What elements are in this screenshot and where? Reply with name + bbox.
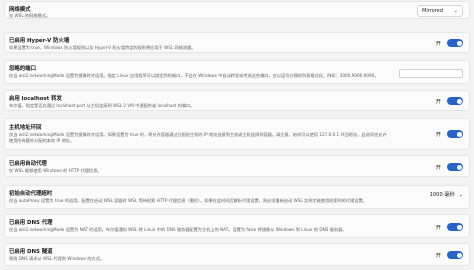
dns-proxy-toggle[interactable]	[447, 223, 463, 231]
toggle-state-label: 开	[435, 252, 441, 259]
chevron-down-icon: ⌄	[453, 8, 458, 14]
setting-title: 已启用 Hyper-V 防火墙	[9, 38, 70, 44]
timeout-number-input[interactable]: 1000 毫秒 ⌄	[429, 191, 463, 199]
setting-title: 网络模式	[9, 7, 31, 13]
wsl-network-settings: 网络模式 仅 WSL 的网络模式。 Mirrored ⌄ 已启用 Hyper-V…	[0, 0, 474, 270]
toggle-state-label: 开	[435, 131, 441, 138]
toggle-state-label: 开	[435, 224, 441, 231]
localhost-forwarding-toggle[interactable]	[447, 97, 463, 105]
setting-description: 如果设置为 true，Windows 防火墙规则以及 Hyper-V 防火墙特定…	[9, 45, 196, 50]
setting-localhost-forwarding: 启用 localhost 转发 布尔值，指定是否应通过 localhost:po…	[4, 90, 470, 111]
setting-title: 启用 localhost 转发	[9, 96, 62, 102]
setting-title: 忽略的端口	[9, 66, 36, 72]
setting-title: 初始自动代理超时	[9, 191, 53, 197]
hyperv-firewall-toggle[interactable]	[447, 39, 463, 47]
setting-title: 已启用 DNS 代理	[9, 220, 53, 226]
setting-host-address-loopback: 主机地址环回 仅当 wsl2.networkingMode 设置为镜像时才适用。…	[4, 118, 470, 150]
setting-description: 仅当 wsl2.networkingMode 设置为 NAT 时适用。布尔值通知…	[9, 227, 347, 232]
setting-description: 仅当 wsl2.networkingMode 设置为镜像时才适用。如果设置为 t…	[9, 132, 387, 143]
setting-network-mode: 网络模式 仅 WSL 的网络模式。 Mirrored ⌄	[4, 1, 470, 19]
setting-title: 已启用 DNS 隧道	[9, 249, 53, 255]
setting-dns-tunneling: 已启用 DNS 隧道 更改 DNS 请求从 WSL 代理到 Windows 的方…	[4, 243, 470, 266]
setting-hyperv-firewall: 已启用 Hyper-V 防火墙 如果设置为 true，Windows 防火墙规则…	[4, 32, 470, 53]
timeout-value: 1000 毫秒	[429, 192, 455, 198]
toggle-state-label: 开	[435, 40, 441, 47]
toggle-state-label: 开	[435, 164, 441, 171]
host-loopback-toggle[interactable]	[447, 130, 463, 138]
ignored-ports-input[interactable]	[399, 69, 463, 78]
setting-description: 仅 WSL 的网络模式。	[9, 13, 51, 18]
dns-tunneling-toggle[interactable]	[447, 251, 463, 259]
setting-description: 布尔值，指定是否应通过 localhost:port 从主机连接到 WSL 2 …	[9, 103, 195, 108]
setting-description: 仅当 wsl2.networkingMode 设置为镜像时才适用。指定 Linu…	[9, 73, 379, 78]
setting-title: 主机地址环回	[9, 125, 42, 131]
setting-description: 更改 DNS 请求从 WSL 代理到 Windows 的方式。	[9, 256, 105, 261]
setting-title: 已启用自动代理	[9, 161, 47, 167]
dropdown-value: Mirrored	[422, 8, 443, 14]
setting-description: 仅 WSL 能够使用 Windows 的 HTTP 代理信息。	[9, 168, 102, 173]
chevron-down-icon[interactable]: ⌄	[459, 192, 463, 198]
toggle-state-label: 开	[435, 98, 441, 105]
setting-auto-proxy: 已启用自动代理 仅 WSL 能够使用 Windows 的 HTTP 代理信息。 …	[4, 155, 470, 177]
setting-dns-proxy: 已启用 DNS 代理 仅当 wsl2.networkingMode 设置为 NA…	[4, 214, 470, 238]
setting-auto-proxy-timeout: 初始自动代理超时 仅当 autoProxy 设置为 true 时适用。配置在启动…	[4, 185, 470, 209]
setting-description: 仅当 autoProxy 设置为 true 时适用。配置在启动 WSL 容器时 …	[9, 198, 367, 203]
network-mode-dropdown[interactable]: Mirrored ⌄	[417, 5, 463, 17]
auto-proxy-toggle[interactable]	[447, 163, 463, 171]
setting-ignored-ports: 忽略的端口 仅当 wsl2.networkingMode 设置为镜像时才适用。指…	[4, 60, 470, 84]
